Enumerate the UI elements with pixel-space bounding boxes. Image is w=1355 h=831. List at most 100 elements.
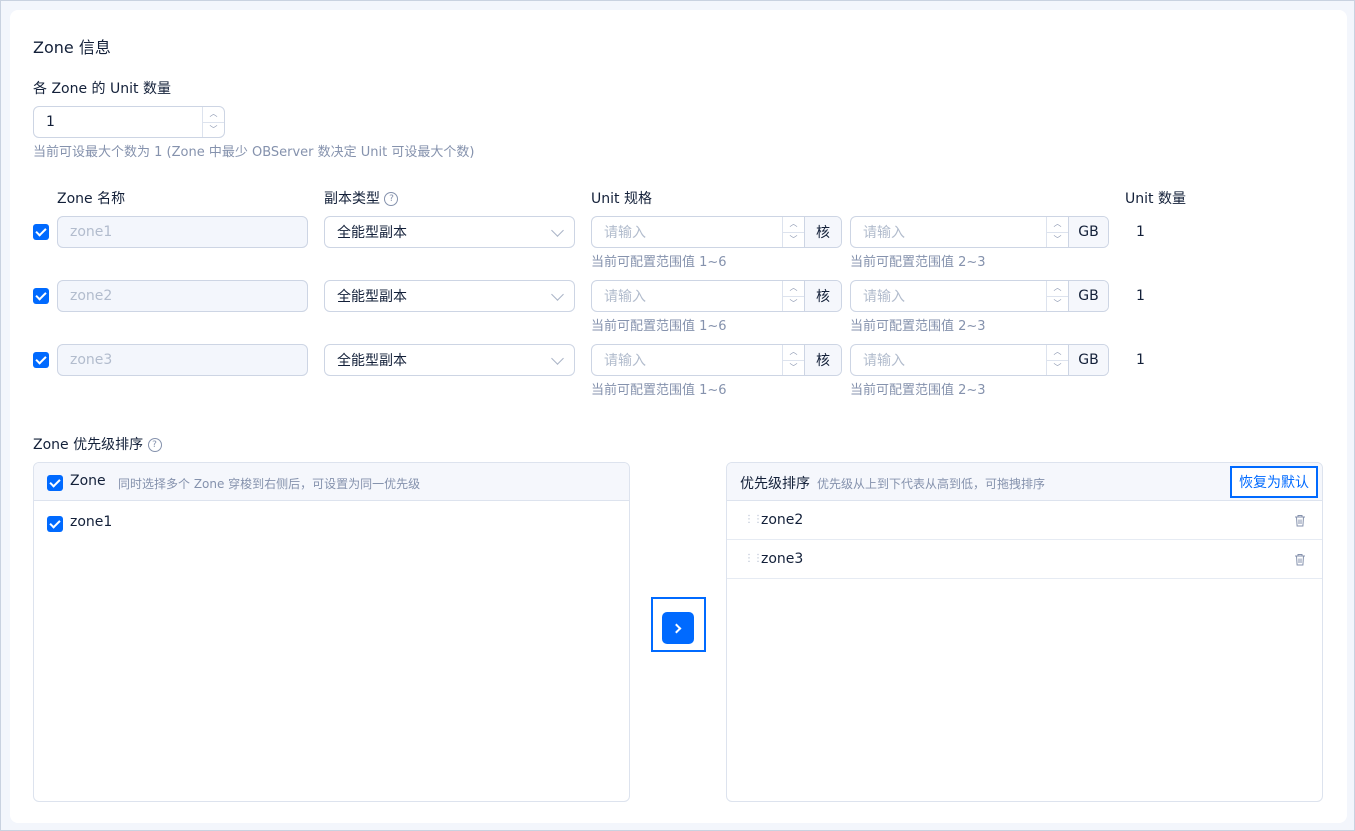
table-row[interactable]: ⋮⋮ zone3 bbox=[727, 540, 1322, 579]
chevron-up-icon[interactable]: ︿ bbox=[783, 217, 804, 232]
unit-count-stepper[interactable]: ︿ ﹀ bbox=[202, 107, 224, 137]
chevron-up-icon[interactable]: ︿ bbox=[1047, 345, 1068, 360]
chevron-down-icon[interactable]: ﹀ bbox=[1047, 359, 1068, 376]
chevron-down-icon[interactable]: ﹀ bbox=[783, 359, 804, 376]
zone3-replica-select[interactable]: 全能型副本 bbox=[324, 344, 575, 376]
trash-icon[interactable] bbox=[1294, 553, 1306, 566]
zone2-cpu-stepper[interactable]: ︿ ﹀ bbox=[782, 281, 804, 311]
unit-count-input[interactable]: 1 ︿ ﹀ bbox=[33, 106, 225, 138]
transfer-button-frame bbox=[651, 597, 706, 652]
drag-handle-icon[interactable]: ⋮⋮ bbox=[744, 515, 763, 525]
zone-info-card: Zone 信息 各 Zone 的 Unit 数量 1 ︿ ﹀ 当前可设最大个数为… bbox=[10, 10, 1347, 823]
zone1-checkbox[interactable] bbox=[33, 224, 49, 240]
zone1-replica-select[interactable]: 全能型副本 bbox=[324, 216, 575, 248]
zone2-cpu-hint: 当前可配置范围值 1~6 bbox=[591, 319, 727, 334]
zone2-replica-value: 全能型副本 bbox=[337, 289, 407, 305]
zone2-mem-input[interactable]: 请输入 ︿ ﹀ GB bbox=[850, 280, 1109, 312]
zone2-mem-placeholder[interactable]: 请输入 bbox=[851, 281, 1046, 311]
zone1-cpu-unit: 核 bbox=[804, 217, 841, 247]
chevron-up-icon[interactable]: ︿ bbox=[1047, 217, 1068, 232]
chevron-down-icon bbox=[551, 224, 564, 237]
zone2-mem-unit: GB bbox=[1068, 281, 1108, 311]
priority-item-label: zone3 bbox=[761, 551, 804, 567]
zone2-cpu-unit: 核 bbox=[804, 281, 841, 311]
zone2-replica-select[interactable]: 全能型副本 bbox=[324, 280, 575, 312]
chevron-right-icon bbox=[671, 623, 682, 633]
header-unit-count: Unit 数量 bbox=[1125, 191, 1186, 207]
zone2-cpu-input[interactable]: 请输入 ︿ ﹀ 核 bbox=[591, 280, 842, 312]
zone1-cpu-stepper[interactable]: ︿ ﹀ bbox=[782, 217, 804, 247]
transfer-right-button[interactable] bbox=[662, 612, 694, 644]
zone3-checkbox[interactable] bbox=[33, 352, 49, 368]
chevron-down-icon[interactable]: ﹀ bbox=[783, 231, 804, 248]
zone3-mem-input[interactable]: 请输入 ︿ ﹀ GB bbox=[850, 344, 1109, 376]
zone1-mem-input[interactable]: 请输入 ︿ ﹀ GB bbox=[850, 216, 1109, 248]
table-row[interactable]: ⋮⋮ zone2 bbox=[727, 501, 1322, 540]
zone2-name-field: zone2 bbox=[57, 280, 308, 312]
source-item-label: zone1 bbox=[70, 514, 113, 530]
zone2-checkbox[interactable] bbox=[33, 288, 49, 304]
priority-label: Zone 优先级排序 ? bbox=[33, 434, 162, 454]
zone2-unit-count: 1 bbox=[1136, 288, 1145, 304]
priority-item-label: zone2 bbox=[761, 512, 804, 528]
zone3-unit-count: 1 bbox=[1136, 352, 1145, 368]
drag-handle-icon[interactable]: ⋮⋮ bbox=[744, 554, 763, 564]
chevron-down-icon[interactable]: ﹀ bbox=[203, 121, 224, 138]
chevron-up-icon[interactable]: ︿ bbox=[1047, 281, 1068, 296]
zone3-mem-hint: 当前可配置范围值 2~3 bbox=[850, 383, 986, 398]
header-zone-name: Zone 名称 bbox=[57, 191, 126, 207]
priority-panel-header: 优先级排序 优先级从上到下代表从高到低，可拖拽排序 恢复为默认 bbox=[727, 463, 1322, 501]
unit-count-label: 各 Zone 的 Unit 数量 bbox=[33, 81, 171, 97]
zone3-replica-value: 全能型副本 bbox=[337, 353, 407, 369]
chevron-down-icon bbox=[551, 352, 564, 365]
source-panel-header: Zone 同时选择多个 Zone 穿梭到右侧后，可设置为同一优先级 bbox=[34, 463, 629, 501]
zone1-unit-count: 1 bbox=[1136, 224, 1145, 240]
zone1-mem-unit: GB bbox=[1068, 217, 1108, 247]
zone1-cpu-placeholder[interactable]: 请输入 bbox=[592, 217, 782, 247]
chevron-up-icon[interactable]: ︿ bbox=[783, 345, 804, 360]
zone2-mem-stepper[interactable]: ︿ ﹀ bbox=[1046, 281, 1068, 311]
chevron-down-icon[interactable]: ﹀ bbox=[1047, 231, 1068, 248]
zone-source-panel: Zone 同时选择多个 Zone 穿梭到右侧后，可设置为同一优先级 zone1 bbox=[33, 462, 630, 802]
list-item[interactable]: zone1 bbox=[34, 501, 629, 547]
select-all-checkbox[interactable] bbox=[47, 475, 63, 491]
help-icon[interactable]: ? bbox=[147, 438, 162, 452]
zone3-mem-placeholder[interactable]: 请输入 bbox=[851, 345, 1046, 375]
reset-default-button[interactable]: 恢复为默认 bbox=[1230, 466, 1318, 498]
chevron-up-icon[interactable]: ︿ bbox=[783, 281, 804, 296]
chevron-down-icon bbox=[551, 288, 564, 301]
zone1-source-checkbox[interactable] bbox=[47, 516, 63, 532]
zone3-cpu-stepper[interactable]: ︿ ﹀ bbox=[782, 345, 804, 375]
priority-header-label: 优先级排序 bbox=[740, 476, 810, 492]
zone1-mem-placeholder[interactable]: 请输入 bbox=[851, 217, 1046, 247]
zone-priority-panel: 优先级排序 优先级从上到下代表从高到低，可拖拽排序 恢复为默认 ⋮⋮ zone2… bbox=[726, 462, 1323, 802]
zone3-mem-unit: GB bbox=[1068, 345, 1108, 375]
chevron-down-icon[interactable]: ﹀ bbox=[783, 295, 804, 312]
priority-label-text: Zone 优先级排序 bbox=[33, 437, 144, 453]
zone2-cpu-placeholder[interactable]: 请输入 bbox=[592, 281, 782, 311]
zone1-mem-stepper[interactable]: ︿ ﹀ bbox=[1046, 217, 1068, 247]
zone3-cpu-unit: 核 bbox=[804, 345, 841, 375]
priority-header-hint: 优先级从上到下代表从高到低，可拖拽排序 bbox=[817, 477, 1046, 491]
zone1-mem-hint: 当前可配置范围值 2~3 bbox=[850, 255, 986, 270]
chevron-up-icon[interactable]: ︿ bbox=[203, 107, 224, 122]
header-unit-spec: Unit 规格 bbox=[591, 191, 652, 207]
zone3-mem-stepper[interactable]: ︿ ﹀ bbox=[1046, 345, 1068, 375]
unit-count-value[interactable]: 1 bbox=[34, 107, 202, 137]
zone1-replica-value: 全能型副本 bbox=[337, 225, 407, 241]
section-title: Zone 信息 bbox=[33, 38, 111, 57]
zone1-cpu-hint: 当前可配置范围值 1~6 bbox=[591, 255, 727, 270]
source-header-label: Zone bbox=[70, 473, 106, 489]
help-icon[interactable]: ? bbox=[384, 192, 399, 206]
zone3-name-field: zone3 bbox=[57, 344, 308, 376]
zone3-cpu-placeholder[interactable]: 请输入 bbox=[592, 345, 782, 375]
zone3-cpu-input[interactable]: 请输入 ︿ ﹀ 核 bbox=[591, 344, 842, 376]
zone1-cpu-input[interactable]: 请输入 ︿ ﹀ 核 bbox=[591, 216, 842, 248]
header-replica-type-text: 副本类型 bbox=[324, 191, 380, 207]
zone1-name-field: zone1 bbox=[57, 216, 308, 248]
chevron-down-icon[interactable]: ﹀ bbox=[1047, 295, 1068, 312]
header-replica-type: 副本类型 ? bbox=[324, 188, 399, 208]
trash-icon[interactable] bbox=[1294, 514, 1306, 527]
unit-count-hint: 当前可设最大个数为 1 (Zone 中最少 OBServer 数决定 Unit … bbox=[33, 145, 475, 160]
source-header-hint: 同时选择多个 Zone 穿梭到右侧后，可设置为同一优先级 bbox=[118, 477, 421, 491]
